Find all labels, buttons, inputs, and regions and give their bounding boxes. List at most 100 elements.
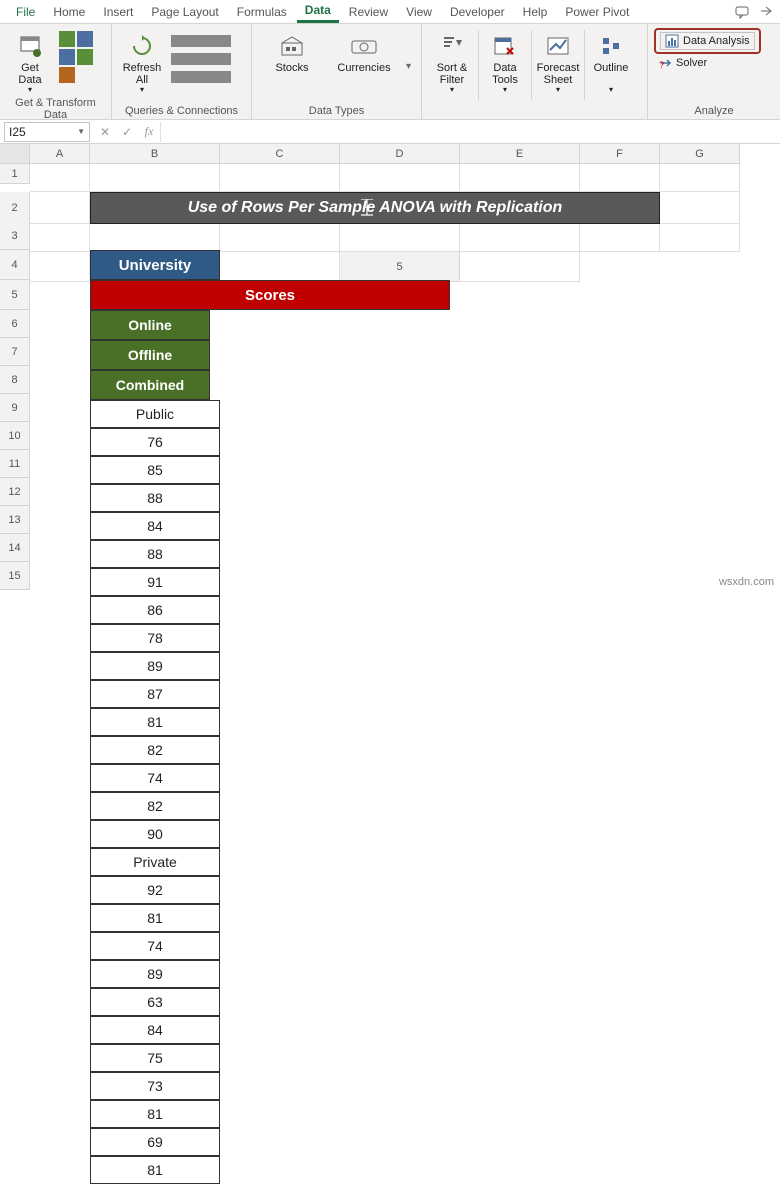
cell[interactable] — [30, 164, 90, 192]
refresh-all-button[interactable]: Refresh All▾ — [118, 30, 166, 95]
get-data-button[interactable]: Get Data▾ — [6, 30, 54, 95]
fx-icon[interactable]: fx — [138, 124, 160, 139]
data-cell[interactable]: 89 — [90, 652, 220, 680]
row-header[interactable]: 14 — [0, 534, 30, 562]
solver-button[interactable]: ? Solver — [654, 56, 707, 70]
tab-developer[interactable]: Developer — [442, 2, 513, 22]
tab-power-pivot[interactable]: Power Pivot — [557, 2, 637, 22]
data-analysis-button[interactable]: Data Analysis — [660, 32, 755, 50]
row-header[interactable]: 10 — [0, 422, 30, 450]
cell[interactable] — [30, 224, 90, 252]
sort-filter-button[interactable]: Sort & Filter▾ — [428, 30, 476, 95]
sub-online[interactable]: Online — [90, 310, 210, 340]
existing-conn-icon[interactable] — [59, 67, 75, 83]
data-cell[interactable]: 73 — [90, 1072, 220, 1100]
data-cell[interactable]: 63 — [90, 988, 220, 1016]
tab-page-layout[interactable]: Page Layout — [143, 2, 226, 22]
share-icon[interactable] — [756, 3, 776, 21]
forecast-button[interactable]: Forecast Sheet▾ — [534, 30, 582, 95]
data-cell[interactable]: 76 — [90, 428, 220, 456]
cell[interactable] — [30, 252, 90, 282]
data-types-more[interactable]: ▾ — [406, 61, 411, 72]
col-header[interactable]: A — [30, 144, 90, 164]
enter-formula-icon[interactable]: ✓ — [116, 125, 138, 139]
col-header[interactable]: D — [340, 144, 460, 164]
row-header[interactable]: 13 — [0, 506, 30, 534]
row-header[interactable]: 1 — [0, 164, 30, 184]
row-header[interactable]: 4 — [0, 250, 30, 280]
data-cell[interactable]: 81 — [90, 904, 220, 932]
tab-home[interactable]: Home — [45, 2, 93, 22]
sub-offline[interactable]: Offline — [90, 340, 210, 370]
name-box[interactable]: I25▼ — [4, 122, 90, 142]
cell[interactable] — [90, 164, 220, 192]
data-cell[interactable]: 86 — [90, 596, 220, 624]
cell[interactable] — [460, 224, 580, 252]
queries-conn-icon[interactable] — [171, 35, 231, 47]
university-header[interactable]: University — [90, 250, 220, 280]
col-header[interactable]: E — [460, 144, 580, 164]
tab-file[interactable]: File — [8, 2, 43, 22]
from-text-icon[interactable] — [59, 31, 75, 47]
data-cell[interactable]: 69 — [90, 1128, 220, 1156]
cell[interactable] — [660, 192, 740, 224]
group-private[interactable]: Private — [90, 848, 220, 876]
data-cell[interactable]: 87 — [90, 680, 220, 708]
group-public[interactable]: Public — [90, 400, 220, 428]
cell[interactable] — [340, 164, 460, 192]
tab-insert[interactable]: Insert — [95, 2, 141, 22]
row-header[interactable]: 5 — [0, 280, 30, 310]
cell[interactable] — [340, 224, 460, 252]
data-cell[interactable]: 82 — [90, 736, 220, 764]
data-cell[interactable]: 74 — [90, 764, 220, 792]
data-cell[interactable]: 81 — [90, 1156, 220, 1184]
data-cell[interactable]: 88 — [90, 484, 220, 512]
cell[interactable] — [220, 224, 340, 252]
col-header[interactable]: F — [580, 144, 660, 164]
recent-sources-icon[interactable] — [77, 49, 93, 65]
row-header[interactable]: 9 — [0, 394, 30, 422]
row-header[interactable]: 12 — [0, 478, 30, 506]
cancel-formula-icon[interactable]: ✕ — [94, 125, 116, 139]
data-cell[interactable]: 81 — [90, 708, 220, 736]
cell[interactable] — [30, 192, 90, 224]
col-header[interactable]: B — [90, 144, 220, 164]
data-cell[interactable]: 84 — [90, 1016, 220, 1044]
data-tools-button[interactable]: Data Tools▾ — [481, 30, 529, 95]
tab-data[interactable]: Data — [297, 0, 339, 23]
edit-links-icon[interactable] — [171, 71, 231, 83]
data-cell[interactable]: 92 — [90, 876, 220, 904]
get-transform-small-icons[interactable] — [58, 30, 92, 82]
data-cell[interactable]: 78 — [90, 624, 220, 652]
formula-input[interactable] — [160, 122, 780, 142]
cell[interactable] — [660, 224, 740, 252]
col-header[interactable]: G — [660, 144, 740, 164]
row-header[interactable]: 11 — [0, 450, 30, 478]
select-all-corner[interactable] — [0, 144, 30, 164]
data-cell[interactable]: 84 — [90, 512, 220, 540]
cell[interactable] — [580, 224, 660, 252]
scores-header[interactable]: Scores — [90, 280, 450, 310]
data-cell[interactable]: 90 — [90, 820, 220, 848]
row-header[interactable]: 3 — [0, 222, 30, 250]
tab-view[interactable]: View — [398, 2, 440, 22]
cell[interactable] — [580, 164, 660, 192]
col-header[interactable]: C — [220, 144, 340, 164]
data-cell[interactable]: 89 — [90, 960, 220, 988]
data-cell[interactable]: 82 — [90, 792, 220, 820]
data-cell[interactable]: 74 — [90, 932, 220, 960]
currencies-button[interactable]: Currencies — [334, 30, 394, 74]
tab-review[interactable]: Review — [341, 2, 396, 22]
comments-icon[interactable] — [732, 3, 752, 21]
title-band[interactable]: Use of Rows Per Sample ANOVA with Replic… — [90, 192, 660, 224]
row-header[interactable]: 7 — [0, 338, 30, 366]
cell[interactable] — [460, 252, 580, 282]
data-cell[interactable]: 81 — [90, 1100, 220, 1128]
data-cell[interactable]: 88 — [90, 540, 220, 568]
from-table-icon[interactable] — [59, 49, 75, 65]
tab-formulas[interactable]: Formulas — [229, 2, 295, 22]
from-web-icon[interactable] — [77, 31, 93, 47]
cell[interactable] — [220, 164, 340, 192]
data-cell[interactable]: 85 — [90, 456, 220, 484]
tab-help[interactable]: Help — [515, 2, 556, 22]
